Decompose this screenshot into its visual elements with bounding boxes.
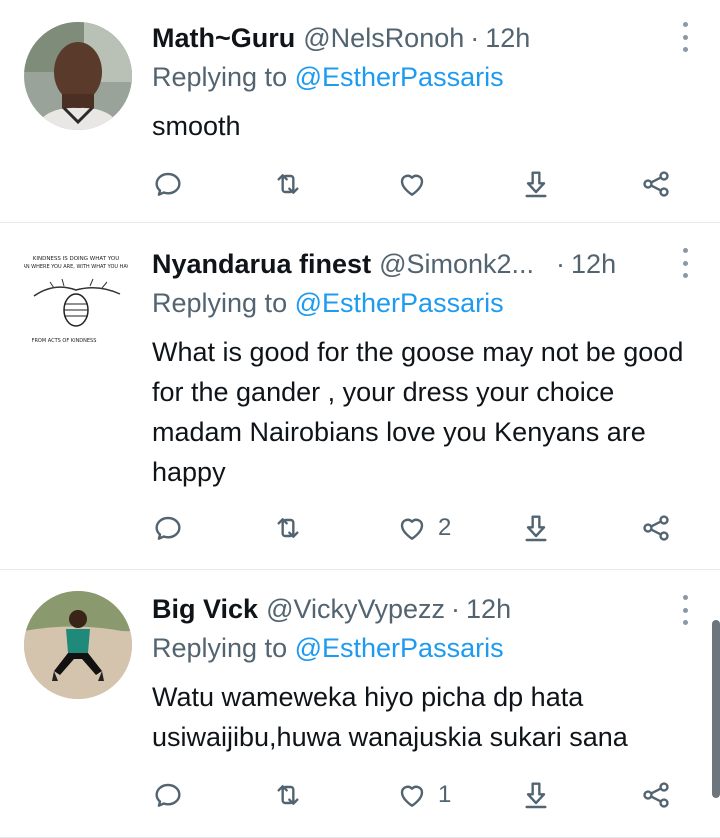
download-button[interactable] [520,166,552,202]
action-bar [152,166,692,202]
scrollbar[interactable] [712,620,720,798]
tweet-1[interactable]: Math~Guru @NelsRonoh · 12h Replying to @… [0,0,720,223]
avatar[interactable] [24,591,132,699]
tweet-header: Nyandarua finest @Simonk2... · 12h [152,246,660,282]
share-icon [643,515,669,541]
reply-icon [155,783,181,807]
avatar-caption-top: KINDNESS IS DOING WHAT YOU [33,256,120,262]
reply-icon [155,516,181,540]
like-button[interactable]: 1 [396,777,451,813]
like-count: 1 [438,781,452,808]
tweet-2[interactable]: KINDNESS IS DOING WHAT YOU CAN WHERE YOU… [0,222,720,570]
retweet-button[interactable] [272,166,304,202]
tweet-text: Watu wameweka hiyo picha dp hata usiwaij… [152,682,628,752]
download-icon [525,515,547,542]
avatar-caption-bottom: FROM ACTS OF KINDNESS [32,338,97,344]
retweet-icon [277,785,299,805]
download-button[interactable] [520,510,552,546]
download-icon [525,782,547,809]
author-name[interactable]: Nyandarua finest [152,249,371,280]
share-button[interactable] [640,166,672,202]
like-count: 2 [438,514,452,541]
share-button[interactable] [640,510,672,546]
replying-to-label: Replying to [152,62,288,92]
replying-to-label: Replying to [152,288,288,318]
separator: · [556,248,566,279]
heart-icon [400,785,424,807]
author-handle[interactable]: @Simonk2... [379,249,534,280]
download-icon [525,171,547,198]
replying-to-link[interactable]: @EstherPassaris [295,62,504,92]
author-handle[interactable]: @NelsRonoh [303,23,464,54]
avatar[interactable] [24,22,132,130]
like-button[interactable] [396,166,438,202]
separator: · [470,22,480,53]
replying-to-link[interactable]: @EstherPassaris [295,633,504,663]
retweet-icon [277,174,299,194]
tweet-header: Math~Guru @NelsRonoh · 12h [152,20,660,56]
share-icon [643,171,669,197]
reply-button[interactable] [152,166,184,202]
reply-button[interactable] [152,510,184,546]
timestamp[interactable]: 12h [485,23,530,54]
tweet-text: smooth [152,111,241,141]
more-vertical-icon[interactable] [680,248,690,278]
timestamp[interactable]: 12h [466,594,511,625]
reply-button[interactable] [152,777,184,813]
avatar[interactable]: KINDNESS IS DOING WHAT YOU CAN WHERE YOU… [24,244,128,352]
replying-to-label: Replying to [152,633,288,663]
author-name[interactable]: Big Vick [152,594,258,625]
download-button[interactable] [520,777,552,813]
heart-icon [400,518,424,540]
replying-to-link[interactable]: @EstherPassaris [295,288,504,318]
action-bar: 1 [152,777,692,813]
replying-to: Replying to @EstherPassaris [152,62,504,93]
replying-to: Replying to @EstherPassaris [152,288,504,319]
author-handle[interactable]: @VickyVypezz [266,594,445,625]
replying-to: Replying to @EstherPassaris [152,633,504,664]
retweet-button[interactable] [272,510,304,546]
more-vertical-icon[interactable] [680,22,690,52]
retweet-icon [277,518,299,538]
share-icon [643,782,669,808]
timestamp[interactable]: 12h [571,249,616,280]
author-name[interactable]: Math~Guru [152,23,295,54]
svg-text:CAN WHERE YOU ARE, WITH WHAT Y: CAN WHERE YOU ARE, WITH WHAT YOU HAVE [24,264,128,270]
reply-icon [155,172,181,196]
tweet-text: What is good for the goose may not be go… [152,337,684,487]
heart-icon [400,174,424,196]
tweet-header: Big Vick @VickyVypezz · 12h [152,591,660,627]
tweet-3[interactable]: Big Vick @VickyVypezz · 12h Replying to … [0,569,720,838]
separator: · [451,593,461,624]
retweet-button[interactable] [272,777,304,813]
more-vertical-icon[interactable] [680,595,690,625]
like-button[interactable]: 2 [396,510,451,546]
action-bar: 2 [152,510,692,546]
share-button[interactable] [640,777,672,813]
